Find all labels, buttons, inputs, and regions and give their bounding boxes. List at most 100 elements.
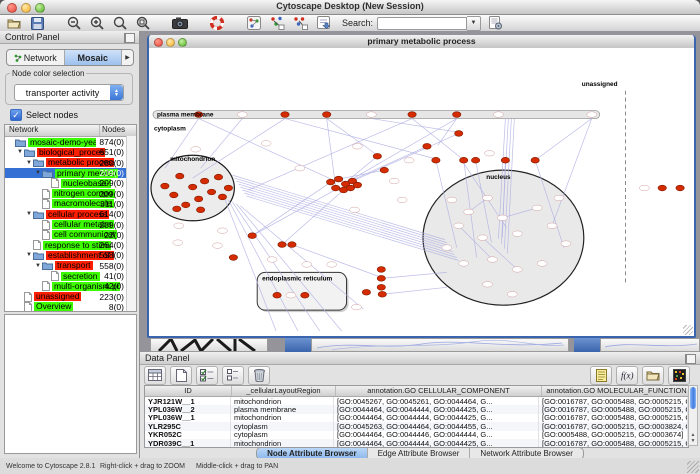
network-node-selected-color[interactable] (273, 292, 281, 298)
import-attributes-icon[interactable] (642, 366, 664, 385)
node-color-combobox[interactable]: transporter activity ▲▼ (14, 84, 124, 101)
network-node-selected-color[interactable] (196, 207, 204, 213)
tree-row[interactable]: mosaic-demo-yeast874(0) (5, 137, 136, 147)
attribute-table-icon[interactable] (144, 366, 166, 385)
window-resize-grip[interactable] (683, 325, 693, 335)
attribute-wizard-icon[interactable] (486, 16, 504, 30)
tab-mosaic[interactable]: Mosaic (65, 50, 123, 65)
network-node-selected-color[interactable] (377, 267, 385, 273)
network-node-selected-color[interactable] (408, 112, 416, 118)
annotation-1-icon[interactable] (268, 16, 286, 30)
network-node[interactable] (537, 261, 547, 267)
network-node[interactable] (352, 304, 362, 310)
zoom-fit-icon[interactable] (134, 16, 152, 30)
network-node-selected-color[interactable] (176, 173, 184, 179)
tree-row[interactable]: ▼transport558(0) (5, 261, 136, 271)
network-node[interactable] (561, 241, 571, 247)
network-node[interactable] (213, 243, 223, 249)
network-node-selected-color[interactable] (380, 167, 388, 173)
tree-row[interactable]: ▼biological_process651(0) (5, 147, 136, 157)
export-image-icon[interactable] (171, 16, 189, 30)
network-node[interactable] (512, 231, 522, 237)
network-node[interactable] (261, 141, 271, 147)
network-node[interactable] (485, 150, 495, 156)
birdseye-view[interactable] (4, 314, 137, 454)
network-node-selected-color[interactable] (453, 112, 461, 118)
network-node[interactable] (507, 291, 517, 297)
network-edge[interactable] (344, 119, 457, 185)
tree-row[interactable]: ▼cellular process614(0) (5, 209, 136, 219)
network-node[interactable] (464, 209, 474, 215)
open-session-icon[interactable] (5, 16, 23, 30)
zoom-out-icon[interactable] (65, 16, 83, 30)
zoom-selected-icon[interactable] (111, 16, 129, 30)
network-node-selected-color[interactable] (173, 206, 181, 212)
matrix-view-icon[interactable] (668, 366, 690, 385)
network-node[interactable] (350, 207, 360, 213)
network-node[interactable] (547, 223, 557, 229)
network-edge[interactable] (282, 190, 344, 245)
network-node-selected-color[interactable] (455, 131, 463, 137)
new-attribute-icon[interactable] (170, 366, 192, 385)
network-window-titlebar[interactable]: primary metabolic process (149, 35, 694, 49)
float-panel-icon[interactable] (685, 354, 696, 364)
select-attributes-icon[interactable] (196, 366, 218, 385)
network-node[interactable] (327, 262, 337, 268)
network-node-selected-color[interactable] (334, 176, 342, 182)
tree-row[interactable]: response to stimulu264(0) (5, 240, 136, 250)
network-node-selected-color[interactable] (218, 194, 226, 200)
network-node-selected-color[interactable] (214, 174, 222, 180)
network-node[interactable] (174, 223, 184, 229)
tree-row[interactable]: Overview8(0) (5, 302, 136, 312)
network-node[interactable] (267, 257, 277, 263)
tree-row[interactable]: macromolecule311(0) (5, 199, 136, 209)
network-node-selected-color[interactable] (377, 275, 385, 281)
search-input[interactable] (377, 17, 467, 30)
resize-grip[interactable] (687, 461, 699, 473)
tree-row[interactable]: ▼establishment of lo558(0) (5, 250, 136, 260)
tree-row[interactable]: multi-organism pro42(0) (5, 281, 136, 291)
network-node[interactable] (454, 223, 464, 229)
network-node[interactable] (389, 178, 399, 184)
network-edge[interactable] (238, 184, 450, 249)
network-node[interactable] (173, 240, 183, 246)
save-session-icon[interactable] (28, 16, 46, 30)
scrollbar-thumb[interactable] (690, 387, 696, 409)
network-node-selected-color[interactable] (353, 182, 361, 188)
network-canvas[interactable]: plasma membranecytoplasmmitochondrionnuc… (149, 48, 694, 336)
vizmapper-icon[interactable] (314, 16, 332, 30)
network-node-selected-color[interactable] (248, 233, 256, 239)
network-node[interactable] (483, 195, 493, 201)
tree-row[interactable]: nucleobase-209(0) (5, 178, 136, 188)
zoom-in-icon[interactable] (88, 16, 106, 30)
network-node-selected-color[interactable] (281, 112, 289, 118)
network-node[interactable] (295, 165, 305, 171)
network-node[interactable] (497, 215, 507, 221)
network-edge[interactable] (535, 119, 592, 161)
network-node-selected-color[interactable] (676, 185, 684, 191)
network-node-selected-color[interactable] (658, 185, 666, 191)
network-node[interactable] (302, 262, 312, 268)
network-node[interactable] (191, 147, 201, 153)
network-edge[interactable] (252, 188, 338, 236)
table-scrollbar[interactable]: ▲▼ (688, 385, 698, 446)
tree-row[interactable]: cellular metabo209(0) (5, 219, 136, 229)
network-node[interactable] (442, 245, 452, 251)
network-node-selected-color[interactable] (531, 157, 539, 163)
network-node-selected-color[interactable] (326, 179, 334, 185)
network-node-selected-color[interactable] (432, 157, 440, 163)
help-ring-icon[interactable] (208, 16, 226, 30)
network-node-selected-color[interactable] (229, 255, 237, 261)
network-node[interactable] (397, 197, 407, 203)
network-node[interactable] (366, 112, 376, 118)
network-node[interactable] (237, 112, 247, 118)
attribute-table[interactable]: ID_cellularLayoutRegionannotation.GO CEL… (144, 385, 689, 448)
network-node-selected-color[interactable] (207, 189, 215, 195)
network-node-selected-color[interactable] (323, 112, 331, 118)
network-node[interactable] (512, 267, 522, 273)
network-node[interactable] (217, 228, 227, 234)
network-edge[interactable] (344, 146, 427, 184)
background-windows[interactable] (140, 338, 700, 352)
tree-row[interactable]: secretion41(0) (5, 271, 136, 281)
network-node-selected-color[interactable] (301, 292, 309, 298)
